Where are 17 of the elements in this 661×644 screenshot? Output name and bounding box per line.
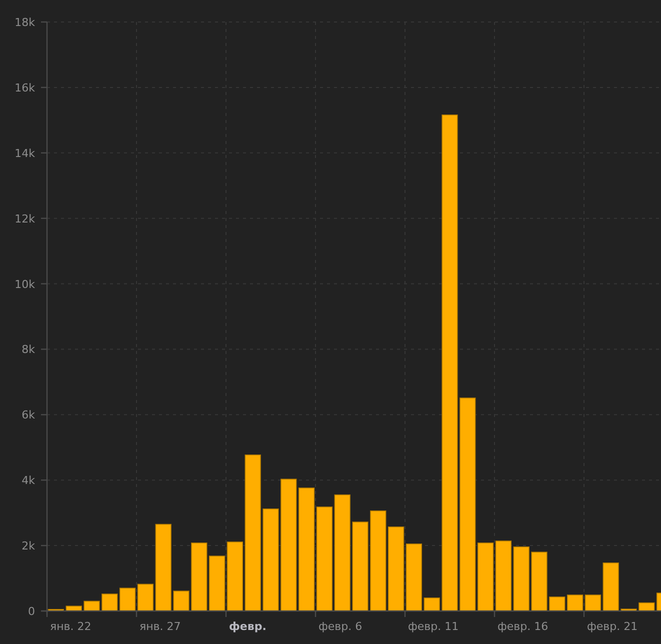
y-axis-label: 10k [14, 278, 35, 291]
y-axis-label: 18k [14, 16, 35, 29]
x-axis-label: февр. 21 [587, 620, 638, 633]
y-axis-label: 8k [22, 343, 35, 356]
y-axis-label: 12k [14, 212, 35, 226]
x-axis-label: февр. [229, 620, 266, 633]
x-axis-label: февр. 11 [408, 620, 459, 633]
x-axis-label: февр. 16 [498, 620, 548, 633]
x-axis-label: февр. 6 [318, 620, 362, 633]
y-axis-label: 6k [22, 408, 35, 422]
y-axis-label: 16k [14, 81, 35, 94]
y-axis-label: 14k [14, 146, 35, 160]
x-axis-label: янв. 27 [140, 620, 181, 633]
y-axis-label: 2k [22, 540, 35, 553]
y-axis-label: 4k [22, 474, 35, 488]
y-axis-label: 0 [28, 605, 35, 618]
x-axis-label: янв. 22 [50, 620, 92, 633]
